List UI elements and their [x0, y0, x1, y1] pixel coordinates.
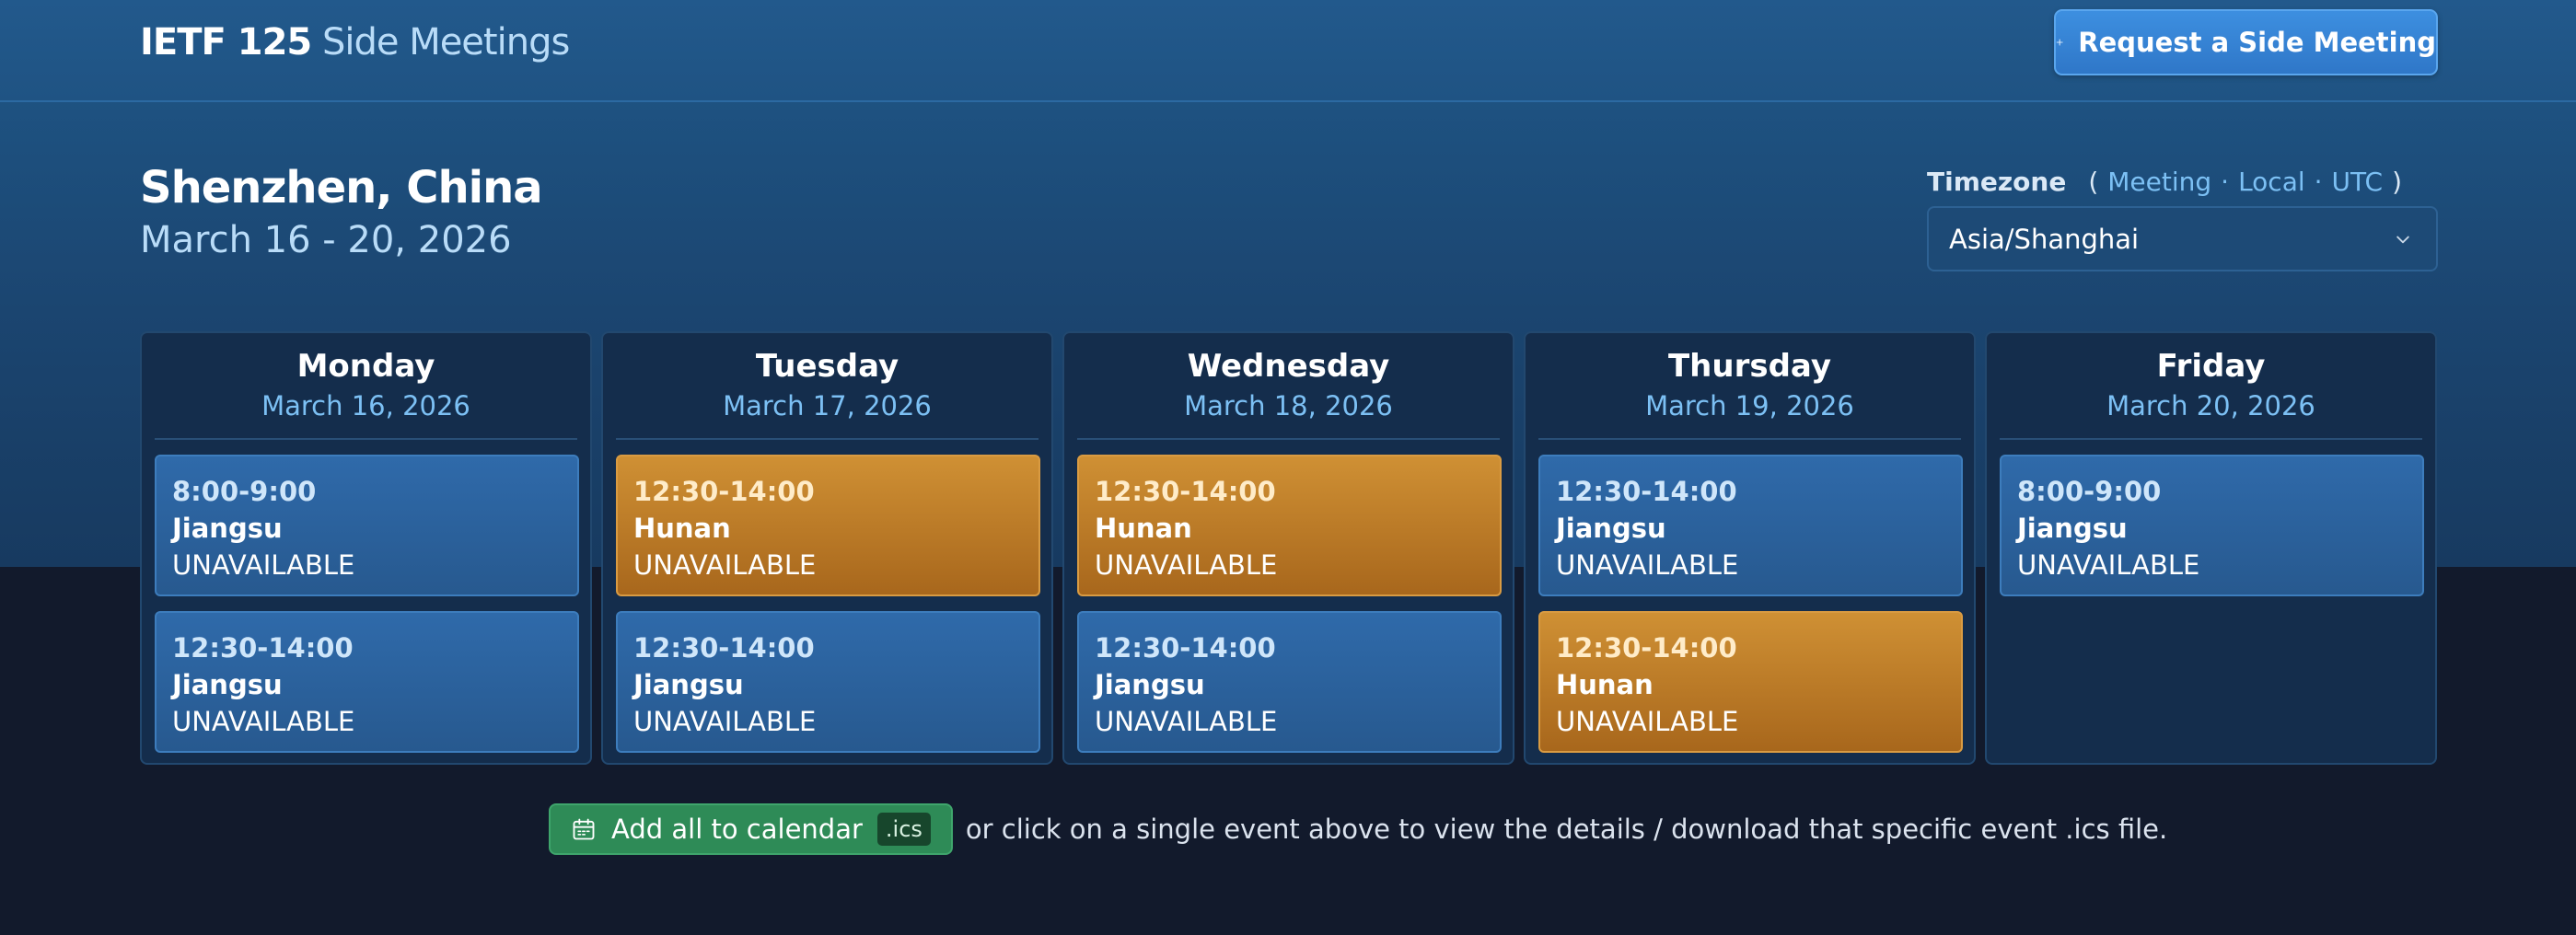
timezone-separator: ·	[2221, 167, 2230, 197]
timezone-selected-value: Asia/Shanghai	[1949, 223, 2140, 255]
day-date: March 16, 2026	[261, 390, 470, 421]
event-time: 12:30-14:00	[633, 476, 815, 507]
event-card[interactable]: 12:30-14:00 Jiangsu UNAVAILABLE	[155, 611, 579, 753]
event-status: UNAVAILABLE	[1556, 549, 1739, 581]
day-header: Friday March 20, 2026	[2000, 333, 2422, 440]
day-column-monday: Monday March 16, 2026 8:00-9:00 Jiangsu …	[140, 331, 592, 765]
day-name: Wednesday	[1187, 348, 1390, 385]
timezone-link-local[interactable]: Local	[2238, 167, 2305, 197]
event-time: 8:00-9:00	[172, 476, 317, 507]
day-date: March 20, 2026	[2106, 390, 2315, 421]
event-status: UNAVAILABLE	[172, 706, 355, 737]
day-header: Thursday March 19, 2026	[1538, 333, 1961, 440]
brand-light: Side Meetings	[321, 21, 570, 63]
timezone-open-paren: (	[2088, 167, 2099, 197]
timezone-close-paren: )	[2392, 167, 2402, 197]
request-side-meeting-button[interactable]: Request a Side Meeting	[2054, 9, 2438, 75]
day-name: Tuesday	[755, 348, 899, 385]
event-time: 12:30-14:00	[633, 632, 815, 664]
day-column-thursday: Thursday March 19, 2026 12:30-14:00 Jian…	[1524, 331, 1976, 765]
event-status: UNAVAILABLE	[1095, 549, 1278, 581]
calendar-export-row: Add all to calendar .ics or click on a s…	[549, 803, 2167, 855]
event-room: Hunan	[1556, 669, 1654, 700]
event-card[interactable]: 8:00-9:00 Jiangsu UNAVAILABLE	[155, 455, 579, 596]
timezone-select[interactable]: Asia/Shanghai	[1927, 206, 2438, 271]
calendar-hint-text: or click on a single event above to view…	[965, 814, 2168, 845]
day-name: Thursday	[1667, 348, 1831, 385]
day-header: Monday March 16, 2026	[155, 333, 577, 440]
event-time: 12:30-14:00	[172, 632, 354, 664]
add-all-to-calendar-button[interactable]: Add all to calendar .ics	[549, 803, 953, 855]
request-button-label: Request a Side Meeting	[2078, 27, 2436, 58]
calendar-icon	[573, 818, 595, 840]
day-name: Friday	[2156, 348, 2266, 385]
ics-badge: .ics	[876, 813, 931, 846]
meeting-location: Shenzhen, China	[140, 162, 543, 214]
event-card[interactable]: 12:30-14:00 Hunan UNAVAILABLE	[1077, 455, 1502, 596]
day-header: Tuesday March 17, 2026	[616, 333, 1039, 440]
event-time: 12:30-14:00	[1556, 632, 1737, 664]
timezone-link-utc[interactable]: UTC	[2332, 167, 2384, 197]
event-card[interactable]: 12:30-14:00 Jiangsu UNAVAILABLE	[616, 611, 1040, 753]
event-time: 12:30-14:00	[1556, 476, 1737, 507]
event-status: UNAVAILABLE	[633, 549, 817, 581]
timezone-label-row: Timezone ( Meeting · Local · UTC )	[1927, 167, 2402, 197]
event-status: UNAVAILABLE	[172, 549, 355, 581]
event-room: Jiangsu	[172, 513, 283, 544]
day-name: Monday	[296, 348, 435, 385]
meeting-dates: March 16 - 20, 2026	[140, 219, 512, 261]
day-column-wednesday: Wednesday March 18, 2026 12:30-14:00 Hun…	[1062, 331, 1514, 765]
event-room: Hunan	[1095, 513, 1192, 544]
chevron-down-icon	[2396, 236, 2409, 243]
event-room: Jiangsu	[1095, 669, 1205, 700]
timezone-separator: ·	[2314, 167, 2323, 197]
event-time: 12:30-14:00	[1095, 632, 1276, 664]
event-status: UNAVAILABLE	[2017, 549, 2200, 581]
timezone-label: Timezone	[1927, 167, 2067, 197]
day-date: March 19, 2026	[1645, 390, 1854, 421]
brand-strong: IETF 125	[140, 21, 312, 63]
top-navbar: IETF 125 Side Meetings Request a Side Me…	[0, 0, 2576, 102]
event-status: UNAVAILABLE	[633, 706, 817, 737]
event-room: Jiangsu	[172, 669, 283, 700]
event-room: Jiangsu	[1556, 513, 1666, 544]
event-room: Jiangsu	[2017, 513, 2128, 544]
event-status: UNAVAILABLE	[1095, 706, 1278, 737]
event-card[interactable]: 12:30-14:00 Jiangsu UNAVAILABLE	[1077, 611, 1502, 753]
event-card[interactable]: 8:00-9:00 Jiangsu UNAVAILABLE	[2000, 455, 2424, 596]
site-brand[interactable]: IETF 125 Side Meetings	[140, 18, 570, 66]
event-card[interactable]: 12:30-14:00 Hunan UNAVAILABLE	[1538, 611, 1963, 753]
event-room: Hunan	[633, 513, 731, 544]
event-time: 12:30-14:00	[1095, 476, 1276, 507]
day-date: March 18, 2026	[1184, 390, 1393, 421]
event-card[interactable]: 12:30-14:00 Hunan UNAVAILABLE	[616, 455, 1040, 596]
event-status: UNAVAILABLE	[1556, 706, 1739, 737]
plus-icon	[2056, 39, 2063, 46]
week-grid: Monday March 16, 2026 8:00-9:00 Jiangsu …	[140, 331, 2438, 765]
event-room: Jiangsu	[633, 669, 744, 700]
day-date: March 17, 2026	[723, 390, 932, 421]
day-column-friday: Friday March 20, 2026 8:00-9:00 Jiangsu …	[1985, 331, 2437, 765]
day-column-tuesday: Tuesday March 17, 2026 12:30-14:00 Hunan…	[601, 331, 1053, 765]
event-time: 8:00-9:00	[2017, 476, 2162, 507]
timezone-link-meeting[interactable]: Meeting	[2107, 167, 2211, 197]
day-header: Wednesday March 18, 2026	[1077, 333, 1500, 440]
calendar-button-label: Add all to calendar	[611, 814, 863, 845]
event-card[interactable]: 12:30-14:00 Jiangsu UNAVAILABLE	[1538, 455, 1963, 596]
